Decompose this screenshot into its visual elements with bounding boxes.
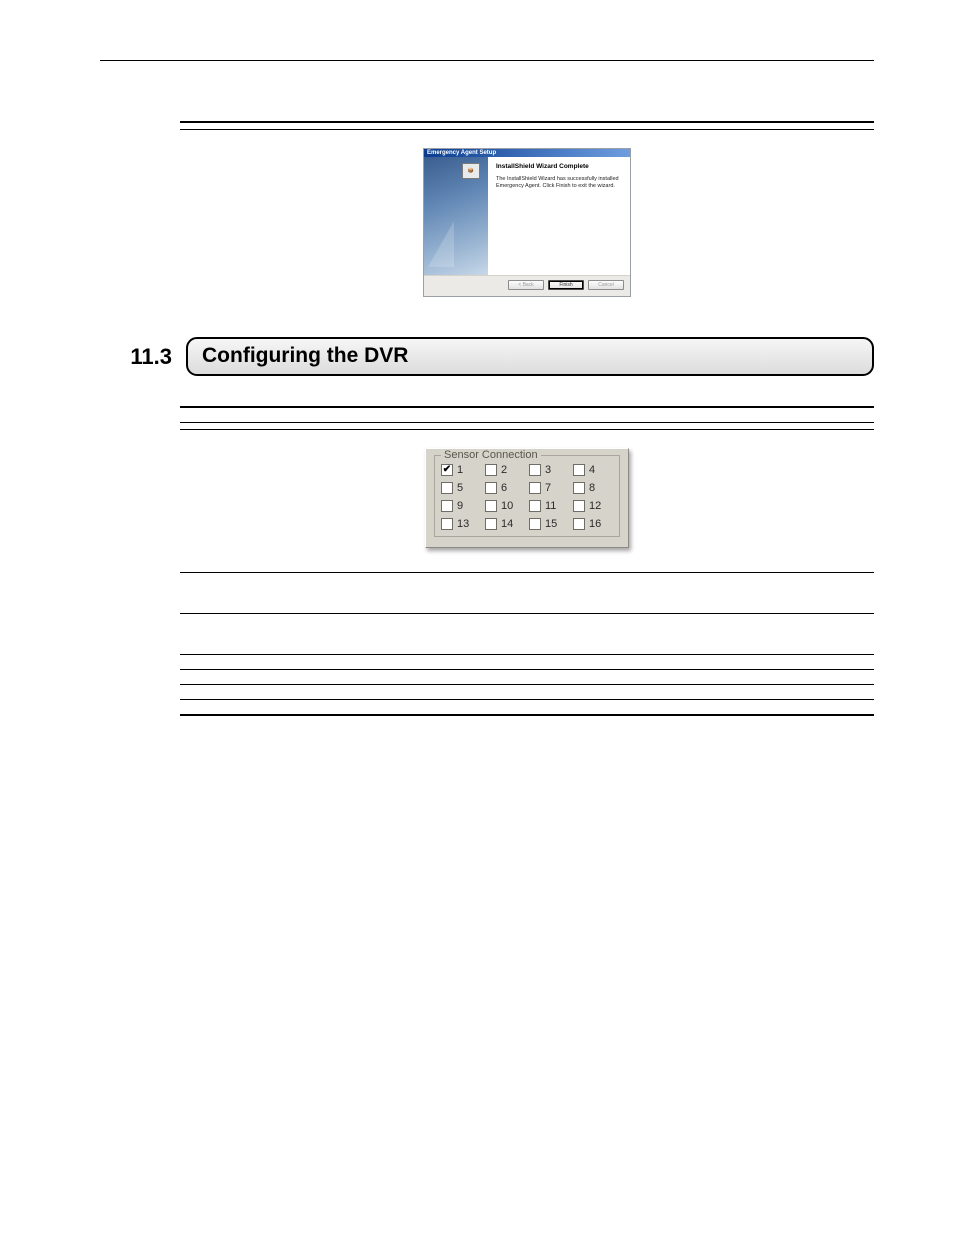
sensor-checkbox-13[interactable]: 13 (441, 518, 481, 530)
sensor-checkbox-11[interactable]: 11 (529, 500, 569, 512)
checkbox-icon[interactable] (529, 500, 541, 512)
checkbox-icon[interactable] (573, 464, 585, 476)
sensor-label: 4 (589, 464, 595, 476)
wizard-body-text: The InstallShield Wizard has successfull… (496, 176, 622, 190)
checkbox-icon[interactable] (485, 518, 497, 530)
checkbox-icon[interactable] (485, 500, 497, 512)
sensor-label: 6 (501, 482, 507, 494)
page-top-rule (100, 60, 874, 61)
sensor-label: 14 (501, 518, 513, 530)
checkbox-icon[interactable] (573, 482, 585, 494)
sensor-label: 10 (501, 500, 513, 512)
wizard-side-triangle (428, 221, 454, 267)
checkbox-icon[interactable] (573, 518, 585, 530)
wizard-titlebar: Emergency Agent Setup (424, 149, 630, 157)
sensor-panel-wrap: Sensor Connection ✔123456789101112131415… (180, 430, 874, 572)
sensor-label: 8 (589, 482, 595, 494)
sensor-label: 13 (457, 518, 469, 530)
wizard-heading: InstallShield Wizard Complete (496, 163, 622, 170)
sensor-label: 11 (545, 500, 556, 512)
upper-step-table: Emergency Agent Setup 📦 InstallShield Wi… (180, 121, 874, 307)
sensor-checkbox-7[interactable]: 7 (529, 482, 569, 494)
checkbox-icon[interactable] (529, 518, 541, 530)
sensor-checkbox-14[interactable]: 14 (485, 518, 525, 530)
sensor-checkbox-9[interactable]: 9 (441, 500, 481, 512)
checkbox-icon[interactable] (529, 482, 541, 494)
section-number: 11.3 (100, 344, 186, 370)
sensor-label: 15 (545, 518, 557, 530)
wizard-side-graphic: 📦 (424, 157, 488, 275)
checkbox-icon[interactable] (485, 464, 497, 476)
section-title: Configuring the DVR (186, 337, 874, 376)
sensor-checkbox-8[interactable]: 8 (573, 482, 613, 494)
sensor-checkbox-4[interactable]: 4 (573, 464, 613, 476)
checkbox-icon[interactable] (441, 482, 453, 494)
wizard-screenshot-wrap: Emergency Agent Setup 📦 InstallShield Wi… (180, 130, 874, 307)
checkbox-icon[interactable]: ✔ (441, 464, 453, 476)
checkbox-icon[interactable] (573, 500, 585, 512)
finish-button[interactable]: Finish (548, 280, 584, 290)
sensor-connection-panel: Sensor Connection ✔123456789101112131415… (425, 448, 629, 548)
sensor-checkbox-2[interactable]: 2 (485, 464, 525, 476)
wizard-content: InstallShield Wizard Complete The Instal… (488, 157, 630, 275)
config-intro-placeholder (186, 388, 874, 406)
sensor-label: 9 (457, 500, 463, 512)
sensor-fieldset: Sensor Connection ✔123456789101112131415… (434, 455, 620, 537)
sensor-checkbox-16[interactable]: 16 (573, 518, 613, 530)
sensor-checkbox-6[interactable]: 6 (485, 482, 525, 494)
sensor-grid: ✔12345678910111213141516 (441, 464, 613, 530)
sensor-legend: Sensor Connection (441, 449, 541, 461)
checkbox-icon[interactable] (485, 482, 497, 494)
sensor-label: 7 (545, 482, 551, 494)
wizard-body: 📦 InstallShield Wizard Complete The Inst… (424, 157, 630, 275)
sensor-checkbox-10[interactable]: 10 (485, 500, 525, 512)
sensor-checkbox-3[interactable]: 3 (529, 464, 569, 476)
page: Emergency Agent Setup 📦 InstallShield Wi… (0, 0, 954, 1235)
sensor-label: 2 (501, 464, 507, 476)
checkbox-icon[interactable] (529, 464, 541, 476)
box-icon: 📦 (462, 163, 480, 179)
sensor-label: 3 (545, 464, 551, 476)
sensor-label: 16 (589, 518, 601, 530)
checkbox-icon[interactable] (441, 518, 453, 530)
back-button[interactable]: < Back (508, 280, 544, 290)
sensor-label: 12 (589, 500, 601, 512)
sensor-checkbox-12[interactable]: 12 (573, 500, 613, 512)
sensor-checkbox-5[interactable]: 5 (441, 482, 481, 494)
section-heading-row: 11.3 Configuring the DVR (100, 337, 874, 376)
sensor-checkbox-1[interactable]: ✔1 (441, 464, 481, 476)
wizard-button-row: < Back Finish Cancel (424, 275, 630, 296)
sensor-label: 5 (457, 482, 463, 494)
cancel-button[interactable]: Cancel (588, 280, 624, 290)
sensor-label: 1 (457, 464, 463, 476)
config-table-bottom (180, 714, 874, 716)
installshield-wizard-window: Emergency Agent Setup 📦 InstallShield Wi… (423, 148, 631, 297)
config-step-table: Sensor Connection ✔123456789101112131415… (180, 406, 874, 716)
sensor-checkbox-15[interactable]: 15 (529, 518, 569, 530)
checkbox-icon[interactable] (441, 500, 453, 512)
